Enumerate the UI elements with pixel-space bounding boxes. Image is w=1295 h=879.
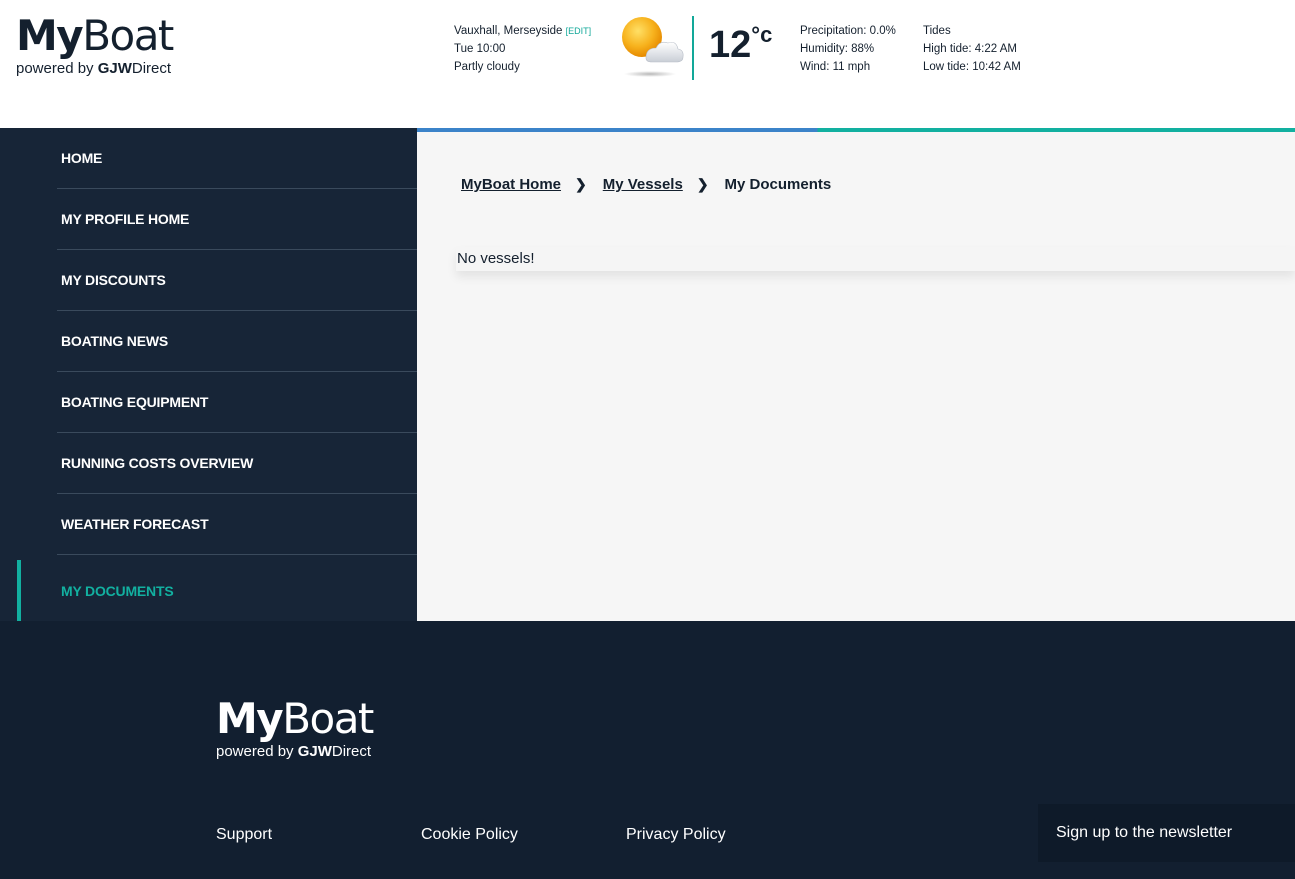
footer-link-cookie-policy[interactable]: Cookie Policy [421, 826, 518, 844]
logo-tagline: powered by GJWDirect [16, 60, 172, 77]
chevron-right-icon: ❯ [575, 176, 587, 192]
sidebar-item-weather-forecast[interactable]: WEATHER FORECAST [57, 494, 417, 555]
low-tide: Low tide: 10:42 AM [923, 61, 1021, 73]
weather-wind: Wind: 11 mph [800, 61, 871, 73]
weather-location: Vauxhall, Merseyside [454, 25, 563, 37]
sidebar-item-running-costs-overview[interactable]: RUNNING COSTS OVERVIEW [57, 433, 417, 494]
breadcrumb-current-page: My Documents [724, 176, 832, 193]
footer-logo-wordmark: MyBoat [216, 694, 374, 743]
sidebar-nav: HOME MY PROFILE HOME MY DISCOUNTS BOATIN… [0, 128, 417, 621]
weather-datetime: Tue 10:00 [454, 43, 506, 55]
logo-wordmark: MyBoat [16, 11, 174, 60]
weather-divider [692, 16, 694, 80]
myboat-logo[interactable]: MyBoat powered by GJWDirect [16, 11, 174, 78]
temperature-unit: °c [751, 22, 773, 47]
sidebar-item-my-discounts[interactable]: MY DISCOUNTS [57, 250, 417, 311]
sidebar-item-my-documents[interactable]: MY DOCUMENTS [57, 560, 417, 621]
tides-title: Tides [923, 25, 951, 37]
weather-temperature: 12°c [709, 22, 773, 66]
breadcrumb-myboat-home[interactable]: MyBoat Home [461, 176, 561, 193]
footer-link-privacy-policy[interactable]: Privacy Policy [626, 826, 726, 844]
footer-logo[interactable]: MyBoat powered by GJWDirect [216, 694, 374, 761]
weather-stats: Precipitation: 0.0% Humidity: 88% Wind: … [800, 22, 896, 76]
active-nav-marker [17, 560, 21, 621]
site-header: MyBoat powered by GJWDirect Vauxhall, Me… [0, 0, 1295, 128]
weather-precipitation: Precipitation: 0.0% [800, 25, 896, 37]
partly-cloudy-icon [616, 14, 686, 80]
weather-humidity: Humidity: 88% [800, 43, 875, 55]
main-content: MyBoat Home ❯ My Vessels ❯ My Documents … [417, 132, 1295, 621]
tides-info: Tides High tide: 4:22 AM Low tide: 10:42… [923, 22, 1021, 76]
sidebar-item-boating-equipment[interactable]: BOATING EQUIPMENT [57, 372, 417, 433]
chevron-right-icon: ❯ [696, 176, 709, 192]
site-footer: MyBoat powered by GJWDirect Support Cook… [0, 621, 1295, 879]
sidebar-item-boating-news[interactable]: BOATING NEWS [57, 311, 417, 372]
weather-condition: Partly cloudy [454, 61, 520, 73]
footer-logo-tagline: powered by GJWDirect [216, 743, 372, 760]
breadcrumb-my-vessels[interactable]: My Vessels [603, 176, 683, 193]
weather-location-block: Vauxhall, Merseyside [EDIT] Tue 10:00 Pa… [454, 22, 591, 76]
newsletter-signup-button[interactable]: Sign up to the newsletter [1038, 804, 1295, 862]
footer-link-support[interactable]: Support [216, 826, 272, 844]
weather-edit-link[interactable]: [EDIT] [566, 26, 592, 36]
sidebar-item-my-profile-home[interactable]: MY PROFILE HOME [57, 189, 417, 250]
breadcrumb: MyBoat Home ❯ My Vessels ❯ My Documents [461, 176, 831, 193]
high-tide: High tide: 4:22 AM [923, 43, 1017, 55]
sidebar-item-home[interactable]: HOME [57, 128, 417, 189]
empty-vessels-message: No vessels! [456, 247, 1295, 271]
